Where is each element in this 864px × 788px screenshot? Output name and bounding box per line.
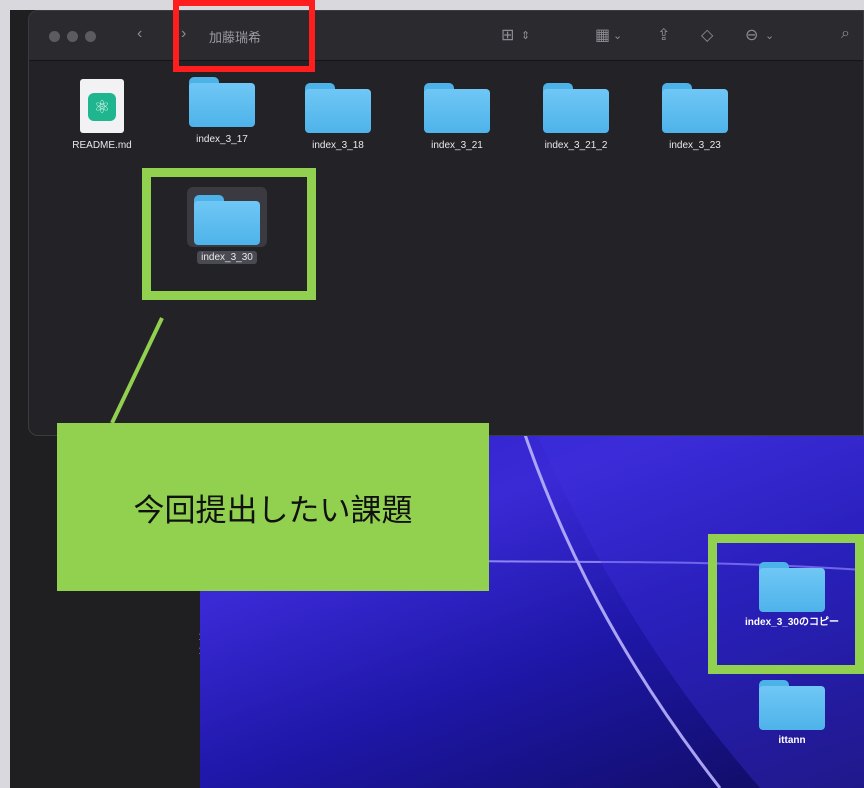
annotation-callout: 今回提出したい課題	[57, 423, 489, 591]
callout-text: 今回提出したい課題	[133, 492, 413, 529]
callout-pointer	[110, 317, 164, 424]
